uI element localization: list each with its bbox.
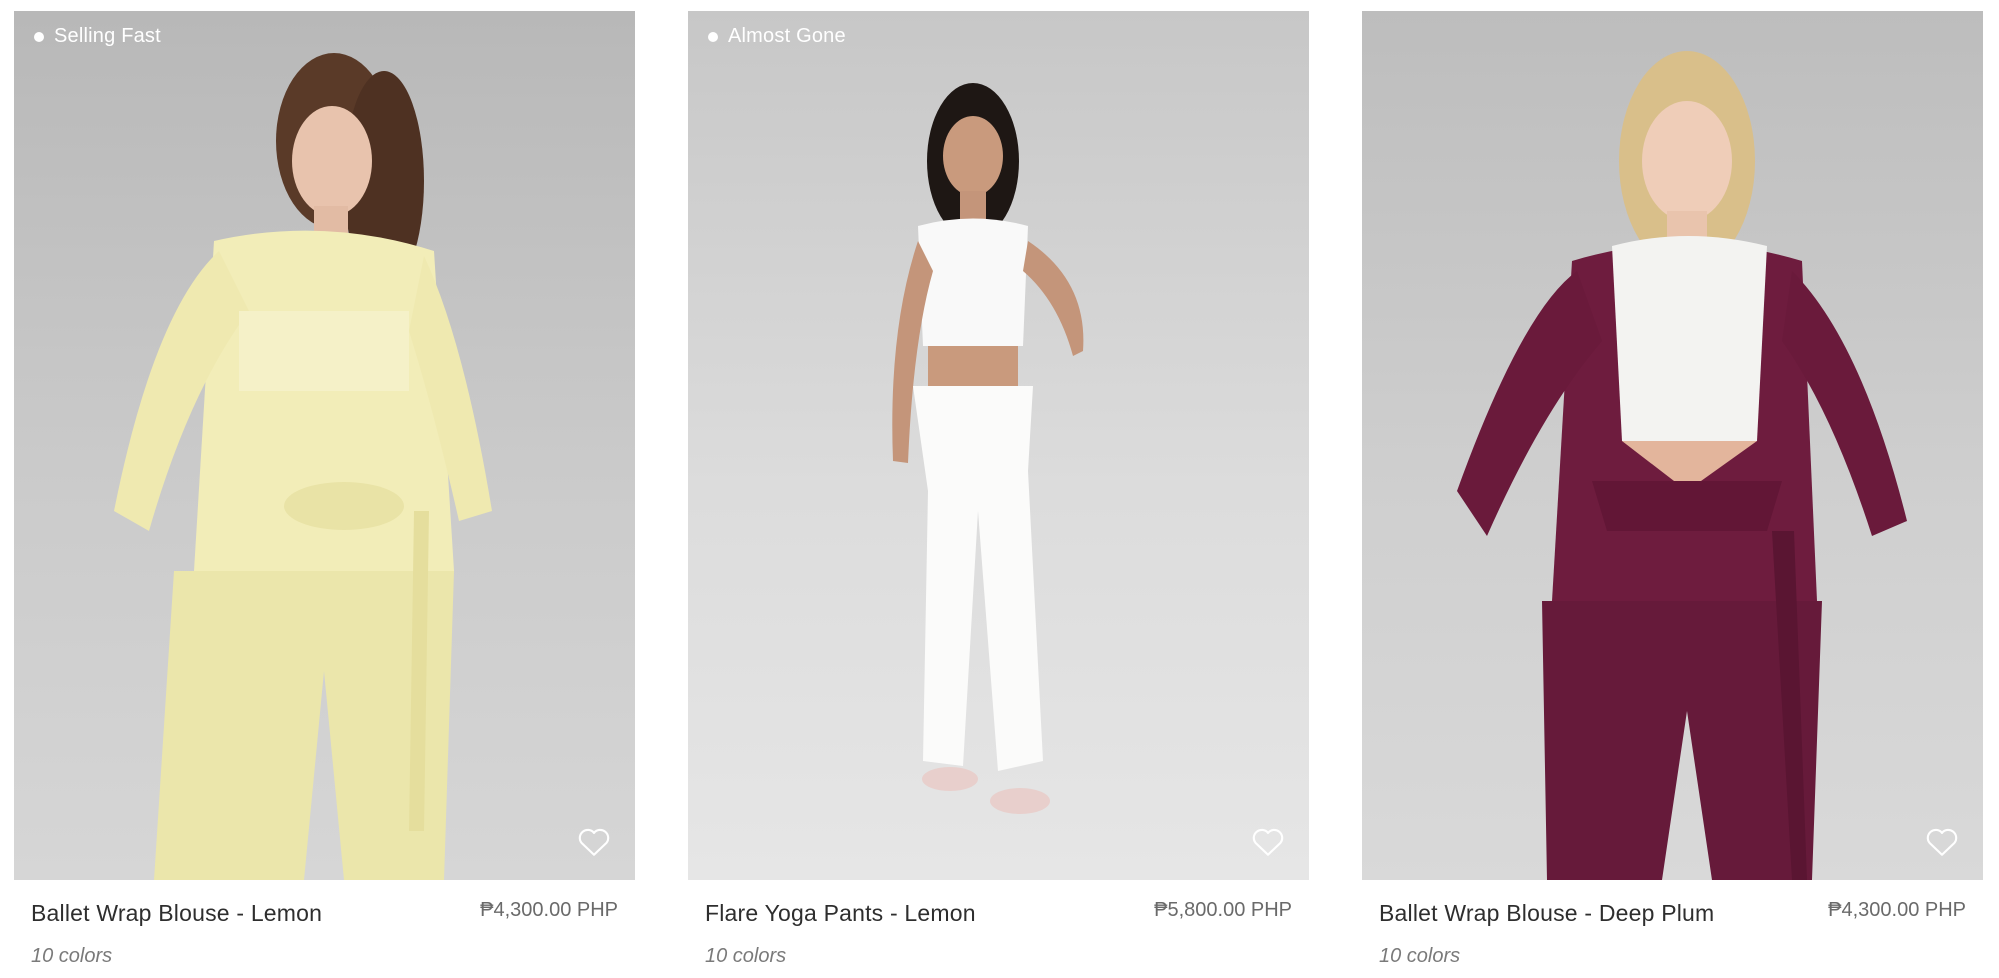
color-count: 10 colors xyxy=(705,945,787,967)
color-count: 10 colors xyxy=(1379,945,1461,967)
product-info: Ballet Wrap Blouse - Deep Plum ₱4,300.00… xyxy=(1362,880,1983,971)
badge-dot-icon xyxy=(708,31,718,42)
product-card-ballet-wrap-lemon[interactable]: Selling Fast Ballet Wrap Blouse - Lemon … xyxy=(14,11,635,971)
heart-outline-icon[interactable] xyxy=(577,826,611,858)
stock-badge: Selling Fast xyxy=(34,25,161,48)
heart-outline-icon[interactable] xyxy=(1925,826,1959,858)
product-grid: Selling Fast Ballet Wrap Blouse - Lemon … xyxy=(14,11,1983,971)
product-image[interactable]: Almost Gone xyxy=(688,11,1309,880)
product-card-flare-yoga-pants-lemon[interactable]: Almost Gone Flare Yoga Pants - Lemon ₱5,… xyxy=(688,11,1309,971)
product-name[interactable]: Flare Yoga Pants - Lemon xyxy=(705,900,976,927)
product-info: Flare Yoga Pants - Lemon ₱5,800.00 PHP 1… xyxy=(688,880,1309,971)
badge-dot-icon xyxy=(34,31,44,42)
model-photo-illustration xyxy=(892,83,1084,814)
heart-outline-icon[interactable] xyxy=(1251,826,1285,858)
product-image[interactable]: Selling Fast xyxy=(14,11,635,880)
product-price: ₱4,300.00 PHP xyxy=(1828,899,1966,921)
product-info: Ballet Wrap Blouse - Lemon ₱4,300.00 PHP… xyxy=(14,880,635,971)
product-card-ballet-wrap-deep-plum[interactable]: Ballet Wrap Blouse - Deep Plum ₱4,300.00… xyxy=(1362,11,1983,971)
model-photo-illustration xyxy=(1457,51,1907,880)
model-photo-illustration xyxy=(114,53,492,880)
badge-label: Selling Fast xyxy=(54,25,161,47)
product-price: ₱4,300.00 PHP xyxy=(480,899,618,921)
product-name[interactable]: Ballet Wrap Blouse - Deep Plum xyxy=(1379,900,1714,927)
product-price: ₱5,800.00 PHP xyxy=(1154,899,1292,921)
product-image[interactable] xyxy=(1362,11,1983,880)
product-name[interactable]: Ballet Wrap Blouse - Lemon xyxy=(31,900,322,927)
badge-label: Almost Gone xyxy=(728,25,846,47)
stock-badge: Almost Gone xyxy=(708,25,846,48)
color-count: 10 colors xyxy=(31,945,113,967)
